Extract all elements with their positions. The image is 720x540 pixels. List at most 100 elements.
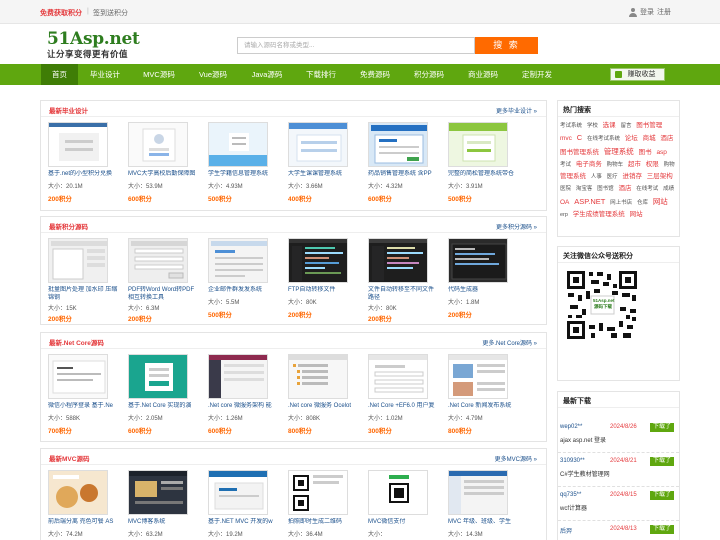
hot-tag[interactable]: 三层架构 <box>647 173 673 180</box>
item-title[interactable]: MVC微信支付 <box>368 518 438 526</box>
hot-tag[interactable]: 管理系统 <box>560 173 586 180</box>
item-title[interactable]: .Net core 微服务 Ocelot <box>288 402 358 410</box>
item-thumbnail[interactable] <box>368 238 428 283</box>
nav-java[interactable]: Java源码 <box>244 64 290 85</box>
hot-tag[interactable]: ASP.NET <box>574 197 605 206</box>
item-title[interactable]: PDF转Word Word转PDF 相互转换工具 <box>128 286 198 302</box>
item-title[interactable]: 前后端分离 売色可餐 AS <box>48 518 118 526</box>
item-thumbnail[interactable] <box>288 238 348 283</box>
search-button[interactable]: 搜 索 <box>475 37 538 54</box>
item-thumbnail[interactable] <box>48 470 108 515</box>
nav-download-rank[interactable]: 下载排行 <box>298 64 344 85</box>
item-title[interactable]: 企业邮件群发发系统 <box>208 286 278 294</box>
section-more-link[interactable]: 更多MVC源码 » <box>495 454 537 463</box>
hot-tag[interactable]: 医疗 <box>607 174 618 180</box>
hot-tag[interactable]: OA <box>560 199 569 206</box>
item-thumbnail[interactable] <box>448 122 508 167</box>
download-item-link[interactable]: ajax asp.net 登录 <box>560 435 606 444</box>
item-title[interactable]: .Net core 微服务架构 能 <box>208 402 278 410</box>
section-more-link[interactable]: 更多毕业设计 » <box>496 106 537 115</box>
nav-home[interactable]: 首页 <box>41 64 78 85</box>
item-title[interactable]: FTP自动转移文件 <box>288 286 358 294</box>
login-link[interactable]: 登录 <box>640 7 654 17</box>
hot-tag[interactable]: 在线考试系统 <box>587 136 620 142</box>
nav-points[interactable]: 积分源码 <box>406 64 452 85</box>
item-title[interactable]: 药品销售管理系统 含PP <box>368 170 438 178</box>
item-thumbnail[interactable] <box>48 354 108 399</box>
item-thumbnail[interactable] <box>48 122 108 167</box>
hot-tag[interactable]: mvc <box>560 135 572 142</box>
item-title[interactable]: 大学生课课管理系统 <box>288 170 358 178</box>
item-title[interactable]: .Net Core 新闻发布系统 <box>448 402 518 410</box>
item-thumbnail[interactable] <box>48 238 108 283</box>
nav-free[interactable]: 免费源码 <box>352 64 398 85</box>
item-thumbnail[interactable] <box>128 122 188 167</box>
hot-tag[interactable]: 图书 <box>639 149 652 156</box>
section-more-link[interactable]: 更多积分源码 » <box>496 222 537 231</box>
section-more-link[interactable]: 更多.Net Core源码 » <box>482 338 537 347</box>
free-points-link[interactable]: 免费获取积分 <box>40 8 82 18</box>
hot-tag[interactable]: 留言 <box>620 123 631 129</box>
hot-tag[interactable]: 图书管理 <box>636 122 662 129</box>
item-title[interactable]: 代码生成器 <box>448 286 518 294</box>
hot-tag[interactable]: erp <box>560 212 568 218</box>
hot-tag[interactable]: 学生成绩管理系统 <box>573 211 625 218</box>
item-title[interactable]: 基于.net的小型积分兑换 <box>48 170 118 178</box>
item-title[interactable]: .Net Core +EF6.0 用户复 <box>368 402 438 410</box>
item-title[interactable]: MVC 年级、班级、学生 <box>448 518 518 526</box>
earn-button[interactable]: 赚取收益 <box>610 68 665 81</box>
hot-tag[interactable]: 网站 <box>653 197 668 206</box>
hot-tag[interactable]: 学校 <box>587 123 598 129</box>
item-title[interactable]: 基于.Net Core 实现的演 <box>128 402 198 410</box>
item-title[interactable]: 基于.NET MVC 开发的w <box>208 518 278 526</box>
item-title[interactable]: MVC博客系统 <box>128 518 198 526</box>
download-item-link[interactable]: wcf计算器 <box>560 503 587 512</box>
hot-tag[interactable]: 电子商务 <box>576 161 602 168</box>
item-thumbnail[interactable] <box>368 354 428 399</box>
hot-tag[interactable]: 人事 <box>591 174 602 180</box>
hot-tag[interactable]: 购物车 <box>607 162 624 168</box>
nav-custom-dev[interactable]: 定制开发 <box>514 64 560 85</box>
register-link[interactable]: 注册 <box>657 7 671 17</box>
item-title[interactable]: 拍照即时生成二维码 <box>288 518 358 526</box>
item-title[interactable]: 文件自动转移至不同文件路径 <box>368 286 438 302</box>
hot-tag[interactable]: 进销存 <box>622 173 642 180</box>
hot-tag[interactable]: 商城 <box>643 135 656 142</box>
hot-tag[interactable]: 论坛 <box>625 135 638 142</box>
hot-tag[interactable]: 图书馆 <box>597 186 614 192</box>
hot-tag[interactable]: 在线考试 <box>636 186 658 192</box>
item-thumbnail[interactable] <box>448 470 508 515</box>
hot-tag[interactable]: asp <box>656 149 666 156</box>
item-thumbnail[interactable] <box>448 238 508 283</box>
item-thumbnail[interactable] <box>368 470 428 515</box>
hot-tag[interactable]: 购物 <box>664 162 675 168</box>
item-thumbnail[interactable] <box>128 354 188 399</box>
item-thumbnail[interactable] <box>288 354 348 399</box>
hot-tag[interactable]: 选课 <box>603 122 616 129</box>
item-thumbnail[interactable] <box>368 122 428 167</box>
item-title[interactable]: 学生学籍信息管理系统 <box>208 170 278 178</box>
item-thumbnail[interactable] <box>208 238 268 283</box>
item-thumbnail[interactable] <box>128 238 188 283</box>
download-row[interactable]: qq735** 2024/8/15 下载了 wcf计算器 <box>558 487 679 521</box>
hot-tag[interactable]: 网站 <box>630 211 643 218</box>
item-thumbnail[interactable] <box>288 122 348 167</box>
hot-tag[interactable]: 考试 <box>560 162 571 168</box>
hot-tag[interactable]: 酒店 <box>618 185 631 192</box>
signin-points-link[interactable]: 签到送积分 <box>93 8 128 18</box>
item-thumbnail[interactable] <box>208 354 268 399</box>
hot-tag[interactable]: C <box>577 133 582 142</box>
item-thumbnail[interactable] <box>128 470 188 515</box>
search-input[interactable] <box>237 37 475 54</box>
item-thumbnail[interactable] <box>448 354 508 399</box>
nav-mvc[interactable]: MVC源码 <box>136 64 182 85</box>
hot-tag[interactable]: 超市 <box>628 161 641 168</box>
hot-tag[interactable]: 成绩 <box>663 186 674 192</box>
download-row[interactable]: wep02** 2024/8/26 下载了 ajax asp.net 登录 <box>558 419 679 453</box>
item-title[interactable]: MVC大学高校后勤保障图 <box>128 170 198 178</box>
nav-vue[interactable]: Vue源码 <box>190 64 236 85</box>
hot-tag[interactable]: 淘宝客 <box>576 186 593 192</box>
item-title[interactable]: 微信小程序登录 基于.Ne <box>48 402 118 410</box>
item-title[interactable]: 批量图片处理 加水印 压缩锦钢 <box>48 286 118 302</box>
download-item-link[interactable]: C#学生教材管理网 <box>560 469 610 478</box>
